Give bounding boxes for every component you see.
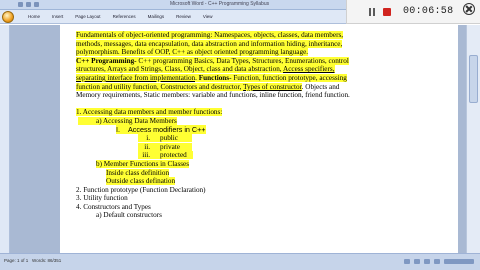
intro-text-1: Fundamentals of object-oriented programm… [76,31,344,39]
cpp-line-2: structures, Arrays and Strings, Class, O… [76,65,420,74]
vertical-ruler [0,25,10,253]
vertical-scrollbar[interactable] [466,25,480,253]
cpp-text-3a: separating interface from implementation [76,73,196,82]
sub-item-public-highlight: i. public [138,134,192,143]
cpp-text-5: Memory requirements, Static members: var… [76,91,350,100]
tab-references[interactable]: References [107,13,142,21]
document-text[interactable]: Fundamentals of object-oriented programm… [76,31,420,220]
recording-timer: 00:06:58 [403,6,454,17]
status-page: Page: 1 of 1 Words: 86/351 [4,258,61,263]
ribbon-tabs: Home Insert Page Layout References Maili… [22,13,219,21]
tab-review[interactable]: Review [170,13,197,21]
print-layout-icon[interactable] [404,259,410,264]
close-icon[interactable] [463,3,475,15]
status-bar: Page: 1 of 1 Words: 86/351 [0,253,480,270]
cpp-text-4c: . Objects and [301,82,340,91]
outline-view-icon[interactable] [434,259,440,264]
intro-line-3: polymorphism. Benefits of OOP, C++ as ob… [76,48,420,57]
sub-item-private-highlight: ii. private [138,142,192,151]
tab-page-layout[interactable]: Page Layout [69,13,106,21]
document-page[interactable]: Fundamentals of object-oriented programm… [60,25,458,253]
page-count: Page: 1 of 1 [4,258,29,263]
tab-view[interactable]: View [197,13,219,21]
outline-item-1a-i-text: Access modifiers in C++ [128,124,206,134]
sub-item-protected-number: iii. [142,151,150,160]
cpp-text-4a: function and utility function, Construct… [76,82,244,91]
sub-item-public-text: public [160,134,178,143]
cpp-line-4: function and utility function, Construct… [76,82,420,92]
web-layout-icon[interactable] [424,259,430,264]
tab-home[interactable]: Home [22,13,46,21]
intro-text-3: polymorphism. Benefits of OOP, C++ as ob… [76,48,309,57]
redo-icon[interactable] [34,2,39,7]
view-buttons [404,259,474,264]
window-title: Microsoft Word - C++ Programming Syllabu… [170,1,270,7]
sub-item-private-text: private [160,142,180,151]
outline-item-4: 4. Constructors and Types [76,202,151,211]
tab-mailings[interactable]: Mailings [142,13,171,21]
outline-item-1b-text: b) Member Functions in Classes [96,159,190,168]
intro-line-1: Fundamentals of object-oriented programm… [76,31,420,40]
sub-item-private-number: ii. [144,142,150,151]
cpp-line-5: Memory requirements, Static members: var… [76,91,420,100]
outline-item-1a-i-highlight: I. Access modifiers in C++ [116,124,206,134]
outline-outside: Outside class defination [76,177,420,186]
scrollbar-thumb[interactable] [469,55,478,103]
sub-item-public: i. public [76,134,420,143]
cpp-text-4b: Types of constructor [243,82,302,91]
zoom-slider-icon[interactable] [444,259,474,264]
intro-text-2: methods, messages, data encapsulation, d… [76,39,343,48]
outline-item-4a: a) Default constructors [96,211,162,220]
sub-item-public-number: i. [146,134,150,143]
cpp-line-1: C++ Programming- C++ programming Basics,… [76,56,420,66]
cpp-text-1: C++ programming Basics, Data Types, Stru… [136,56,349,65]
outline-item-1: 1. Accessing data members and member fun… [76,108,420,117]
outline-item-1b: b) Member Functions in Classes [76,159,420,169]
sub-item-private: ii. private [76,142,420,152]
outline-outside-text: Outside class defination [106,177,176,186]
sub-item-protected: iii. protected [76,151,420,160]
functions-label: Functions- [198,73,232,82]
cpp-line-3: separating interface from implementation… [76,73,420,83]
reading-view-icon[interactable] [414,259,420,264]
sub-item-protected-highlight: iii. protected [138,151,193,160]
cpp-text-3c: Function, function prototype, accessing [231,73,347,82]
outline-inside: Inside class definition [76,168,420,178]
word-count: Words: 86/351 [32,258,62,263]
pause-icon[interactable] [369,8,376,16]
outline-item-1a-text: a) Accessing Data Members [78,116,177,125]
tab-insert[interactable]: Insert [46,13,69,21]
office-button[interactable] [2,11,14,23]
outline-item-1-text: 1. Accessing data members and member fun… [76,108,223,117]
sub-item-protected-text: protected [160,151,187,160]
outline-item-1a-i: I. Access modifiers in C++ [76,124,420,135]
cpp-text-2a: structures, Arrays and Strings, Class, O… [76,65,283,74]
outline-item-2: 2. Function prototype (Function Declarat… [76,185,206,194]
cpp-text-2b: Access specifiers, [283,65,335,74]
intro-line-2: methods, messages, data encapsulation, d… [76,39,420,49]
save-icon[interactable] [18,2,23,7]
recorder-toolbar: 00:06:58 [346,0,480,24]
stop-icon[interactable] [383,8,391,16]
cpp-label: C++ Programming- [76,56,137,65]
undo-icon[interactable] [26,2,31,7]
outline-item-3: 3. Utility function [76,194,128,203]
outline-inside-text: Inside class definition [106,168,170,177]
